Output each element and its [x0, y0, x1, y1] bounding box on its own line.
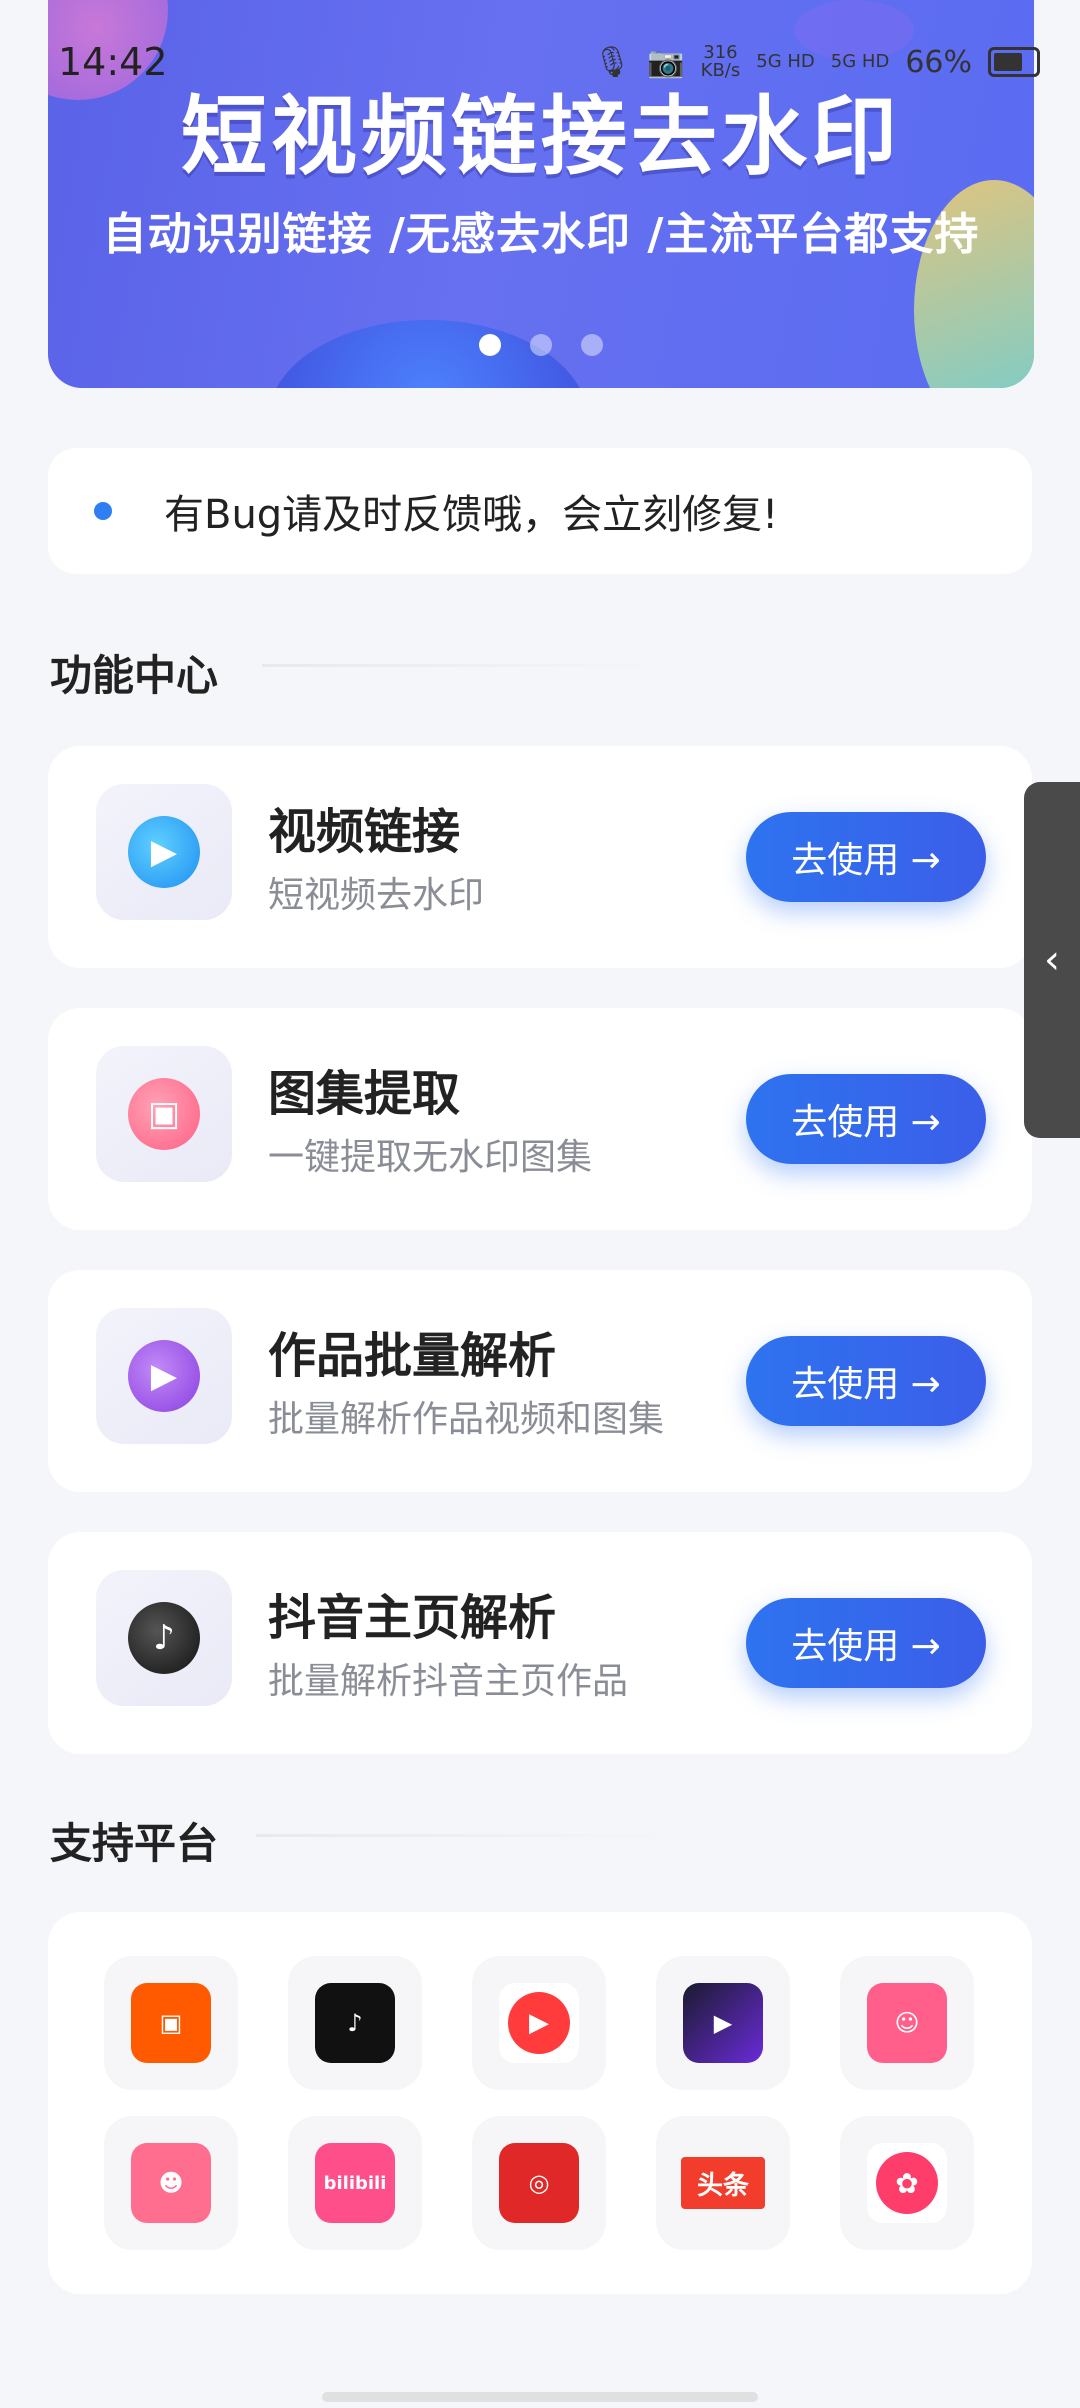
- feature-desc: 批量解析作品视频和图集: [268, 1399, 665, 1440]
- feature-desc: 一键提取无水印图集: [268, 1137, 593, 1178]
- home-indicator: [322, 2392, 758, 2402]
- platform-grid: ▣ ♪ ▶ ▶ ☺ ☻ bilibili ◎ 头条 ✿: [48, 1912, 1032, 2294]
- feature-card-douyin-profile[interactable]: ♪ 抖音主页解析 批量解析抖音主页作品 去使用 →: [48, 1532, 1032, 1754]
- section-divider: [262, 664, 662, 667]
- status-icons: 🎙 📷 316 KB/s 5G HD 5G HD 66%: [593, 44, 1040, 80]
- use-button[interactable]: 去使用 →: [746, 1074, 986, 1164]
- feature-title: 视频链接: [268, 804, 461, 860]
- platform-douyin[interactable]: ♪: [288, 1956, 422, 2090]
- net-speed-unit: KB/s: [700, 60, 741, 81]
- camera-icon: 📷: [647, 44, 685, 80]
- film-icon: ▶: [128, 1340, 200, 1412]
- feature-desc: 短视频去水印: [268, 875, 485, 916]
- feature-icon-tile: ▶: [96, 1308, 232, 1444]
- feature-title: 抖音主页解析: [268, 1590, 557, 1646]
- feature-card-video-link[interactable]: ▶ 视频链接 短视频去水印 去使用 →: [48, 746, 1032, 968]
- douyin-icon: ♪: [315, 1983, 395, 2063]
- feature-icon-tile: ♪: [96, 1570, 232, 1706]
- use-button[interactable]: 去使用 →: [746, 1598, 986, 1688]
- carousel-indicator: [48, 334, 1034, 360]
- side-drawer-handle[interactable]: ‹: [1024, 782, 1080, 1138]
- toutiao-icon: 头条: [681, 2157, 765, 2209]
- bilibili-icon: bilibili: [315, 2143, 395, 2223]
- platform-bilibili[interactable]: bilibili: [288, 2116, 422, 2250]
- pipigaoxiao-icon: ✿: [867, 2143, 947, 2223]
- use-button[interactable]: 去使用 →: [746, 1336, 986, 1426]
- carousel-dot[interactable]: [581, 334, 604, 356]
- status-bar: 14:42 🎙 📷 316 KB/s 5G HD 5G HD 66%: [0, 36, 1080, 96]
- feature-icon-tile: ▣: [96, 1046, 232, 1182]
- chevron-left-icon: ‹: [1044, 937, 1060, 983]
- feature-title: 图集提取: [268, 1066, 461, 1122]
- platform-kuaishou[interactable]: ▣: [104, 1956, 238, 2090]
- section-title-platforms: 支持平台: [50, 1819, 219, 1868]
- zuiyou-icon: ☻: [131, 2143, 211, 2223]
- microphone-icon: 🎙: [593, 44, 632, 80]
- netease-music-icon: ◎: [499, 2143, 579, 2223]
- video-app-icon: ▶: [683, 1983, 763, 2063]
- notice-text: 有Bug请及时反馈哦，会立刻修复!: [164, 492, 779, 538]
- feature-title: 作品批量解析: [268, 1328, 557, 1384]
- platform-zuiyou[interactable]: ☻: [104, 2116, 238, 2250]
- use-button[interactable]: 去使用 →: [746, 812, 986, 902]
- tiktok-icon: ♪: [128, 1602, 200, 1674]
- status-time: 14:42: [58, 40, 168, 84]
- kuaishou-icon: ▣: [131, 1983, 211, 2063]
- platform-toutiao[interactable]: 头条: [656, 2116, 790, 2250]
- section-divider: [256, 1834, 676, 1837]
- carousel-dot-active[interactable]: [478, 334, 501, 356]
- carousel-dot[interactable]: [530, 334, 552, 356]
- feature-icon-tile: ▶: [96, 784, 232, 920]
- battery-icon: [988, 47, 1040, 77]
- platform-netease-music[interactable]: ◎: [472, 2116, 606, 2250]
- feature-desc: 批量解析抖音主页作品: [268, 1661, 629, 1702]
- banner-subtitle: 自动识别链接 /无感去水印 /主流平台都支持: [102, 209, 980, 260]
- feature-card-gallery[interactable]: ▣ 图集提取 一键提取无水印图集 去使用 →: [48, 1008, 1032, 1230]
- image-icon: ▣: [128, 1078, 200, 1150]
- weishi-icon: ▶: [499, 1983, 579, 2063]
- platform-video-app[interactable]: ▶: [656, 1956, 790, 2090]
- signal-indicator: 5G HD: [756, 51, 815, 72]
- notice-bar[interactable]: 有Bug请及时反馈哦，会立刻修复!: [48, 448, 1032, 574]
- platform-pipigaoxiao[interactable]: ✿: [840, 2116, 974, 2250]
- section-title-features: 功能中心: [50, 651, 219, 700]
- pipix-icon: ☺: [867, 1983, 947, 2063]
- notice-dot-icon: [94, 502, 112, 520]
- signal-indicator: 5G HD: [830, 51, 890, 72]
- battery-text: 66%: [905, 44, 972, 80]
- platform-weishi[interactable]: ▶: [472, 1956, 606, 2090]
- feature-card-batch-parse[interactable]: ▶ 作品批量解析 批量解析作品视频和图集 去使用 →: [48, 1270, 1032, 1492]
- play-icon: ▶: [128, 816, 200, 888]
- net-speed: 316 KB/s: [701, 44, 741, 80]
- platform-pipix[interactable]: ☺: [840, 1956, 974, 2090]
